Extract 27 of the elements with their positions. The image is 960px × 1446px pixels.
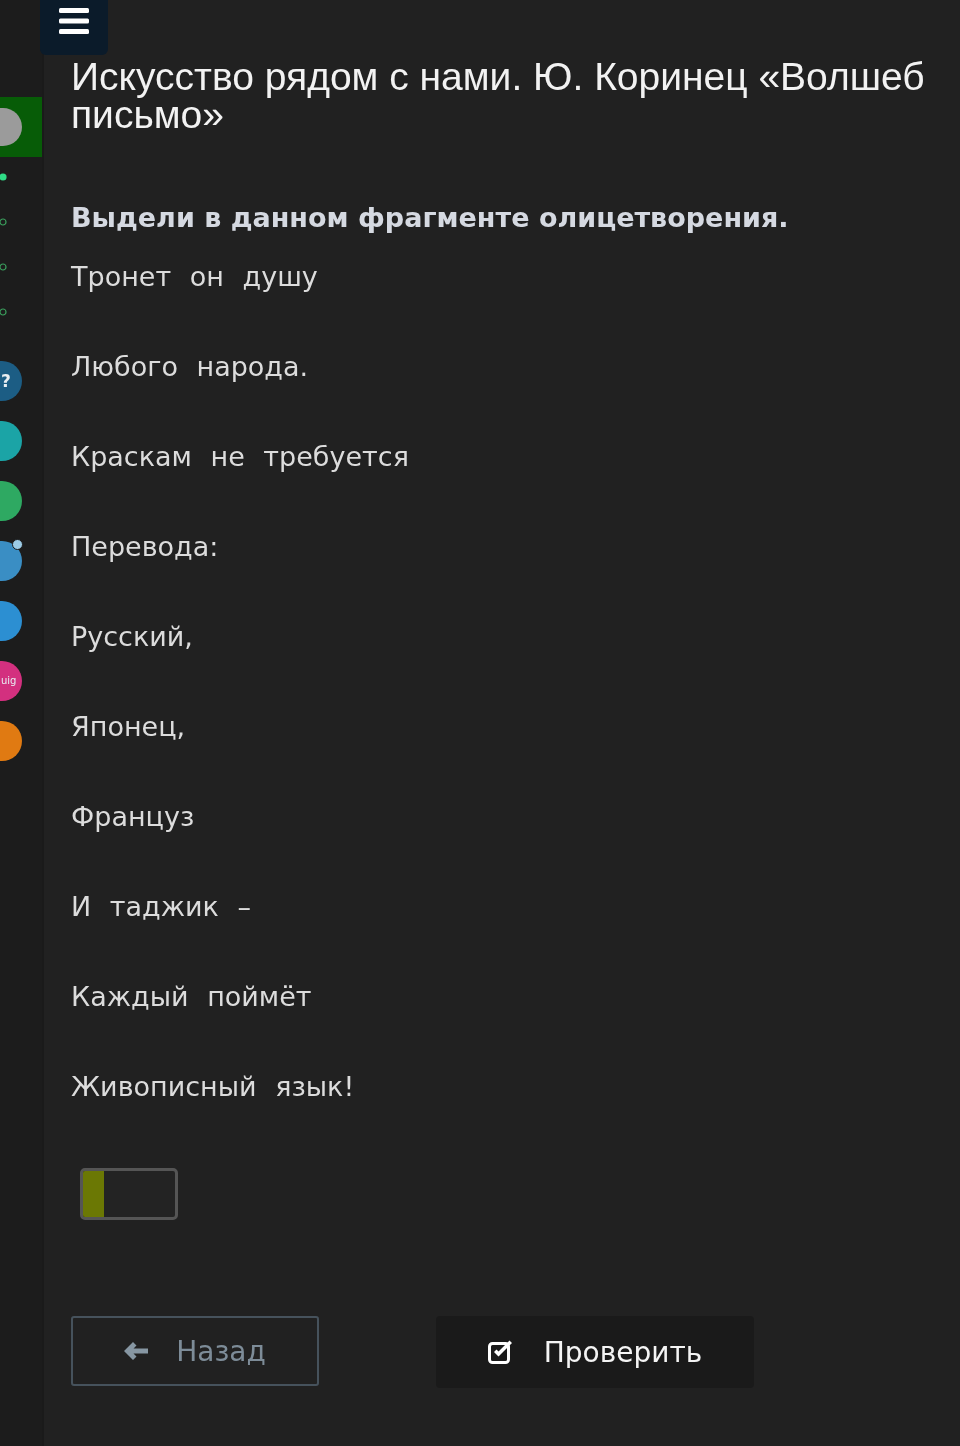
poem-line[interactable]: Краскам не требуется — [71, 439, 409, 475]
poem-line[interactable]: Перевода: — [71, 529, 219, 565]
menu-button[interactable] — [40, 0, 108, 55]
app-icon[interactable] — [0, 541, 22, 581]
app-icon[interactable] — [0, 601, 22, 641]
check-button[interactable]: Проверить — [436, 1316, 754, 1388]
poem-line[interactable]: Каждый поймёт — [71, 979, 312, 1015]
avatar-icon — [0, 108, 22, 146]
arrow-left-icon — [124, 1342, 149, 1360]
page-title: Искусство рядом с нами. Ю. Коринец «Волшеб письмо» — [71, 58, 925, 134]
poem-line[interactable]: И таджик – — [71, 889, 251, 925]
menu-icon — [59, 8, 89, 34]
toggle-switch[interactable] — [80, 1168, 178, 1220]
question-text: Выдели в данном фрагменте олицетворения. — [71, 201, 789, 235]
checkbox-checked-icon — [487, 1340, 514, 1364]
lesson-item[interactable] — [0, 97, 42, 157]
poem-line[interactable]: Японец, — [71, 709, 186, 745]
poem-line[interactable]: Русский, — [71, 619, 193, 655]
app-icon[interactable] — [0, 721, 22, 761]
poem-line[interactable]: Любого народа. — [71, 349, 309, 385]
app-button[interactable]: uig — [0, 661, 22, 701]
poem-line[interactable]: Француз — [71, 799, 195, 835]
poem-line[interactable]: Тронет он душу — [71, 259, 318, 295]
app-button[interactable]: ? — [0, 361, 22, 401]
poem-line[interactable]: Живописный язык! — [71, 1069, 355, 1105]
app-icon[interactable] — [0, 481, 22, 521]
app-icon[interactable] — [0, 421, 22, 461]
